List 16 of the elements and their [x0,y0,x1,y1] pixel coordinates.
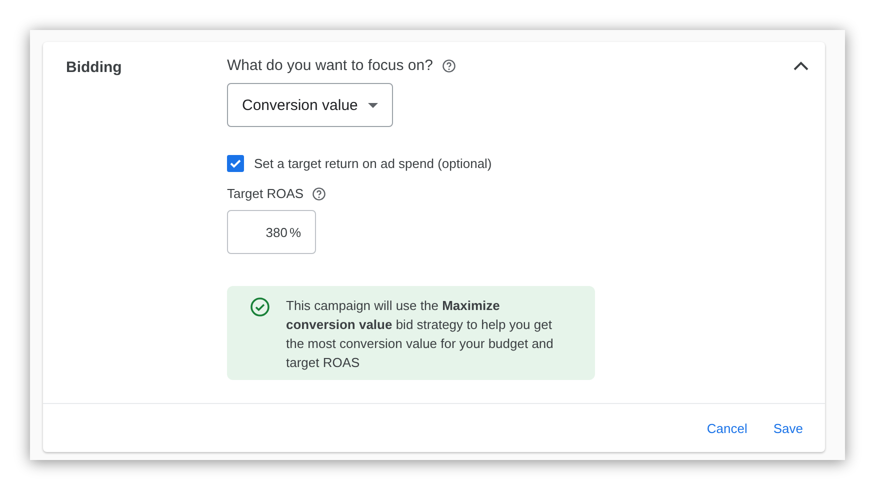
help-icon[interactable] [442,58,456,72]
focus-dropdown[interactable]: Conversion value [227,83,393,127]
action-button[interactable]: Cancel [696,414,758,442]
check-circle-icon [250,297,270,317]
section-title: Bidding [66,58,123,78]
collapse-icon[interactable] [793,61,809,71]
checkbox-label: Set a target return on ad spend (optional) [254,156,492,171]
action-button[interactable]: Save [763,414,813,442]
check-icon [229,157,242,170]
field-label: Target ROAS [227,186,304,201]
question-label: What do you want to focus on? [227,57,433,74]
roas-field[interactable]: 380% [227,210,316,254]
checkbox[interactable] [227,155,244,172]
help-icon[interactable] [312,186,326,200]
caret-icon [368,102,378,108]
info-text: This campaign will use the Maximize conversion value bid strategy to help you get the most conversion value for your budget and target ROAS [286,297,554,372]
